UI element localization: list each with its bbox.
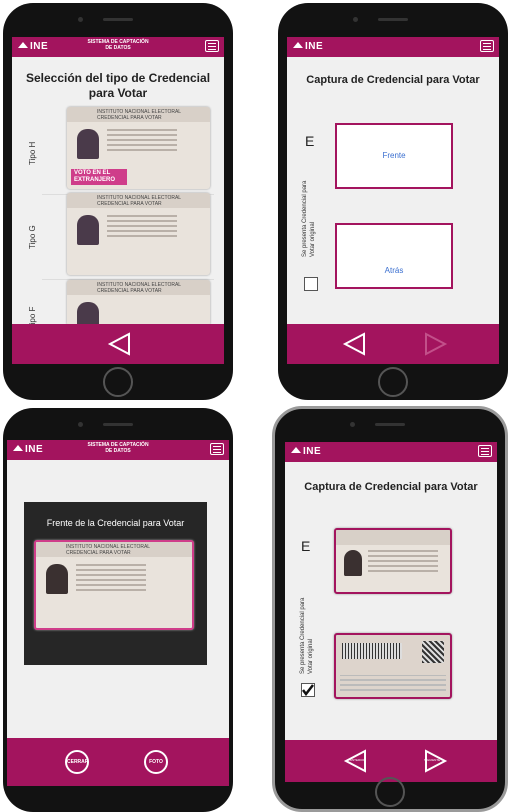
speaker xyxy=(378,18,408,21)
app-footer xyxy=(287,324,499,364)
qr-code xyxy=(422,641,444,663)
system-title: SISTEMA DE CAPTACIÓN DE DATOS xyxy=(87,442,149,454)
photo xyxy=(77,215,99,245)
menu-button[interactable] xyxy=(210,443,224,455)
back-capture-box[interactable]: Atrás xyxy=(335,223,453,289)
captured-front-card[interactable] xyxy=(334,528,452,594)
checkmark-icon xyxy=(302,684,314,696)
type-g-label: Tipo G xyxy=(28,225,37,249)
screen-2: INE Captura de Credencial para Votar E S… xyxy=(287,37,499,364)
phone-4: INE Captura de Credencial para Votar E S… xyxy=(272,406,508,812)
barcode xyxy=(342,643,402,659)
home-button[interactable] xyxy=(103,367,133,397)
original-checkbox[interactable] xyxy=(301,683,315,697)
ine-logo: INE xyxy=(291,446,321,457)
front-camera xyxy=(78,422,83,427)
e-label: E xyxy=(305,133,315,149)
phone-2: INE Captura de Credencial para Votar E S… xyxy=(278,3,508,400)
type-h-label: Tipo H xyxy=(28,141,37,165)
close-button[interactable]: CERRAR xyxy=(65,750,89,774)
home-button[interactable] xyxy=(378,367,408,397)
previous-button[interactable]: ANTERIOR xyxy=(343,748,369,774)
abroad-badge: VOTO EN EL EXTRANJERO xyxy=(71,169,127,185)
front-capture-box[interactable]: Frente xyxy=(335,123,453,189)
page-title: Captura de Credencial para Votar xyxy=(304,481,478,493)
screen-1: INE SISTEMA DE CAPTACIÓN DE DATOS Selecci… xyxy=(12,37,224,364)
ine-logo: INE xyxy=(293,41,323,52)
original-credential-label: Se presenta Credencial para Votar origin… xyxy=(302,180,316,257)
app-footer: CERRAR FOTO xyxy=(7,738,229,786)
front-camera xyxy=(353,17,358,22)
e-label: E xyxy=(301,538,311,554)
original-credential-label: Se presenta Credencial para Votar origin… xyxy=(300,597,314,674)
credential-preview: INSTITUTO NACIONAL ELECTORAL CREDENCIAL P… xyxy=(34,540,194,630)
system-title: SISTEMA DE CAPTACIÓN DE DATOS xyxy=(87,39,149,51)
mrz-band xyxy=(340,675,446,691)
menu-button[interactable] xyxy=(478,445,492,457)
menu-button[interactable] xyxy=(480,40,494,52)
front-camera xyxy=(78,17,83,22)
speaker xyxy=(103,423,133,426)
app-footer xyxy=(12,324,224,364)
triangle-left-icon[interactable] xyxy=(107,331,133,357)
app-header: INE xyxy=(285,442,497,462)
captured-back-card[interactable] xyxy=(334,633,452,699)
screen-4: INE Captura de Credencial para Votar E S… xyxy=(285,442,497,782)
phone-1: INE SISTEMA DE CAPTACIÓN DE DATOS Selecci… xyxy=(3,3,233,400)
page-title: Selección del tipo de Credencial para Vot… xyxy=(25,71,211,100)
front-camera xyxy=(350,422,355,427)
photo xyxy=(77,129,99,159)
screen-3: INE SISTEMA DE CAPTACIÓN DE DATOS Frente … xyxy=(7,440,229,786)
app-footer: ANTERIOR SIGUIENTE xyxy=(285,740,497,782)
home-button[interactable] xyxy=(375,777,405,807)
app-header: INE SISTEMA DE CAPTACIÓN DE DATOS xyxy=(7,440,229,460)
photo-button[interactable]: FOTO xyxy=(144,750,168,774)
page-title: Captura de Credencial para Votar xyxy=(306,74,480,86)
speaker xyxy=(375,423,405,426)
credential-card-type-h[interactable]: INSTITUTO NACIONAL ELECTORAL CREDENCIAL P… xyxy=(67,107,210,189)
speaker xyxy=(103,18,133,21)
app-header: INE xyxy=(287,37,499,57)
app-header: INE SISTEMA DE CAPTACIÓN DE DATOS xyxy=(12,37,224,57)
menu-button[interactable] xyxy=(205,40,219,52)
original-checkbox[interactable] xyxy=(304,277,318,291)
triangle-left-icon[interactable] xyxy=(342,331,368,357)
camera-label: Frente de la Credencial para Votar xyxy=(46,518,185,528)
triangle-right-icon xyxy=(425,332,448,356)
camera-view: Frente de la Credencial para Votar INSTI… xyxy=(24,502,207,665)
credential-card-type-g[interactable]: INSTITUTO NACIONAL ELECTORAL CREDENCIAL P… xyxy=(67,193,210,275)
photo xyxy=(344,550,362,576)
next-button[interactable]: SIGUIENTE xyxy=(422,748,448,774)
credential-card-type-f[interactable]: INSTITUTO NACIONAL ELECTORAL CREDENCIAL P… xyxy=(67,280,210,326)
phone-3: INE SISTEMA DE CAPTACIÓN DE DATOS Frente … xyxy=(3,408,233,812)
photo xyxy=(77,302,99,326)
photo xyxy=(46,564,68,594)
